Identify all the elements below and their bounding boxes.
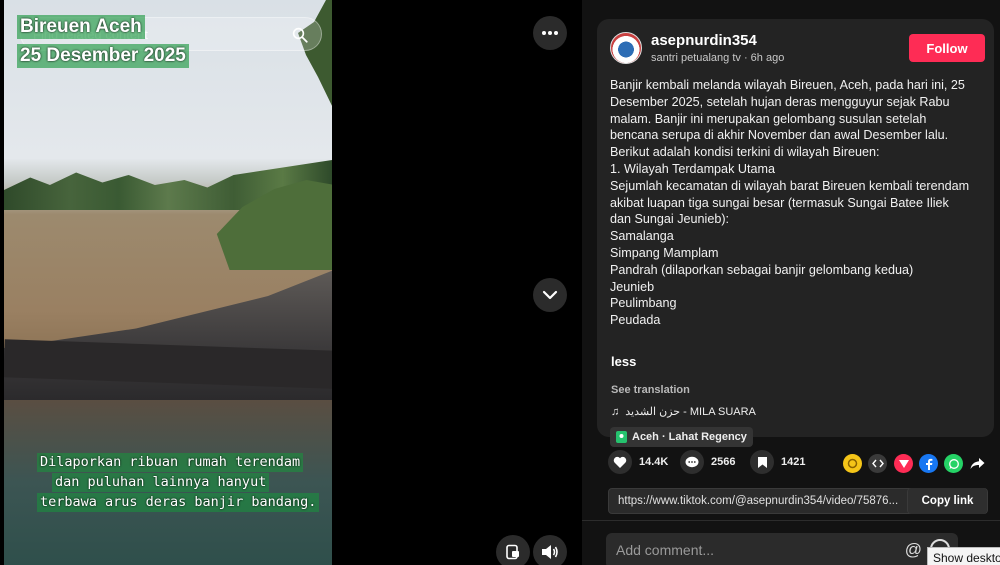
caption-line: dan Sungai Jeunieb): [610, 212, 730, 227]
miniplayer-button[interactable] [496, 535, 530, 565]
facebook-icon[interactable] [919, 454, 938, 473]
volume-button[interactable] [533, 535, 567, 565]
post-caption: Banjir kembali melanda wilayah Bireuen, … [610, 77, 988, 329]
divider [582, 520, 1000, 521]
less-button[interactable]: less [611, 354, 636, 369]
video-subtitle-line: dan puluhan lainnya hanyut [52, 473, 270, 492]
save-count: 1421 [781, 456, 806, 468]
video-frame[interactable]: Find related content Bireuen Aceh 25 Des… [4, 0, 332, 565]
location-label: Aceh · Lahat Regency [632, 431, 747, 443]
post-card: asepnurdin354 santri petualang tv · 6h a… [597, 19, 994, 447]
caption-line: bencana serupa di akhir November dan awa… [610, 128, 949, 143]
location-pin-icon [616, 431, 627, 443]
send-icon[interactable] [894, 454, 913, 473]
caption-line: Samalanga [610, 229, 674, 244]
mention-icon[interactable]: @ [905, 540, 922, 560]
embed-icon[interactable] [868, 454, 887, 473]
heart-icon [608, 450, 632, 474]
chevron-down-icon [542, 290, 558, 300]
username[interactable]: asepnurdin354 [651, 32, 757, 49]
more-options-button[interactable] [533, 16, 567, 50]
music-title: حزن الشديد - MILA SUARA [625, 406, 756, 418]
comment-icon [680, 450, 704, 474]
share-forward-icon[interactable] [968, 454, 987, 473]
comment-box[interactable]: Add comment... @ [606, 533, 958, 565]
more-horizontal-icon [542, 31, 558, 35]
volume-icon [542, 545, 558, 559]
miniplayer-icon [506, 544, 519, 560]
actions-row: 14.4K 2566 1421 [582, 450, 1000, 476]
comment-count: 2566 [711, 456, 736, 468]
next-video-button[interactable] [533, 278, 567, 312]
caption-line: Sejumlah kecamatan di wilayah barat Bire… [610, 178, 970, 193]
like-button[interactable]: 14.4K [608, 450, 668, 474]
caption-line: Peulimbang [610, 296, 677, 311]
bookmark-icon [750, 450, 774, 474]
follow-button[interactable]: Follow [909, 34, 985, 62]
show-desktop-tooltip: Show desktop [927, 547, 1000, 565]
share-link-box[interactable]: https://www.tiktok.com/@asepnurdin354/vi… [608, 488, 988, 514]
see-translation-button[interactable]: See translation [611, 384, 690, 396]
copy-link-button[interactable]: Copy link [907, 488, 987, 514]
music-note-icon: ♫ [611, 405, 620, 418]
share-link-text[interactable]: https://www.tiktok.com/@asepnurdin354/vi… [618, 495, 898, 507]
whatsapp-icon[interactable] [944, 454, 963, 473]
video-overlay-location: Bireuen Aceh [17, 15, 145, 39]
comment-input[interactable]: Add comment... [616, 542, 714, 558]
comment-button[interactable]: 2566 [680, 450, 735, 474]
avatar[interactable] [610, 32, 642, 64]
caption-line: Simpang Mamplam [610, 245, 719, 260]
music-link[interactable]: ♫ حزن الشديد - MILA SUARA [611, 405, 756, 419]
like-count: 14.4K [639, 456, 669, 468]
caption-line: Desember 2025, setelah hujan deras mengg… [610, 94, 950, 109]
video-player[interactable]: Find related content Bireuen Aceh 25 Des… [0, 0, 582, 565]
caption-line: Berikut adalah kondisi terkini di wilaya… [610, 145, 880, 160]
save-button[interactable]: 1421 [750, 450, 805, 474]
caption-line: akibat luapan tiga sungai besar (termasu… [610, 195, 949, 210]
caption-line: Banjir kembali melanda wilayah Bireuen, … [610, 78, 965, 92]
post-details-panel: asepnurdin354 santri petualang tv · 6h a… [582, 0, 1000, 565]
coin-icon[interactable] [843, 454, 862, 473]
search-icon[interactable] [291, 26, 309, 44]
author-meta: santri petualang tv · 6h ago [651, 52, 785, 64]
caption-line: 1. Wilayah Terdampak Utama [610, 161, 775, 176]
video-overlay-date: 25 Desember 2025 [17, 44, 189, 68]
video-subtitle-line: Dilaporkan ribuan rumah terendam [37, 453, 304, 472]
location-chip[interactable]: Aceh · Lahat Regency [610, 427, 753, 447]
video-subtitle-line: terbawa arus deras banjir bandang. [37, 493, 320, 512]
caption-line: Peudada [610, 313, 661, 328]
caption-line: Pandrah (dilaporkan sebagai banjir gelom… [610, 262, 914, 277]
caption-line: malam. Banjir ini merupakan gelombang su… [610, 111, 927, 126]
caption-line: Jeunieb [610, 279, 655, 294]
